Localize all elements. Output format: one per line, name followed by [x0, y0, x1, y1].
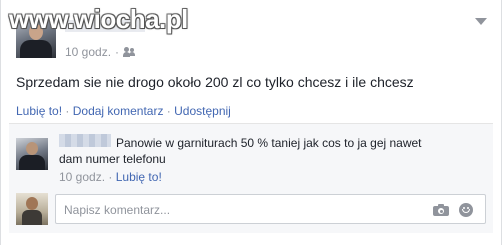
post-card: www.wiocha.pl 10 godz. · Sprzedam sie ni…	[0, 0, 502, 245]
comment-timestamp[interactable]: 10 godz.	[59, 170, 105, 184]
share-link[interactable]: Udostępnij	[174, 104, 231, 118]
post-text: Sprzedam sie nie drogo około 200 zl co t…	[16, 74, 414, 90]
post-actions: Lubię to! · Dodaj komentarz · Udostępnij	[16, 104, 231, 118]
current-user-avatar	[16, 193, 48, 225]
comment-input[interactable]: Napisz komentarz...	[55, 194, 486, 224]
watermark: www.wiocha.pl	[9, 4, 188, 34]
meta-separator: ·	[115, 45, 120, 59]
comment-like-link[interactable]: Lubię to!	[116, 170, 162, 184]
comment-meta: 10 godz. · Lubię to!	[59, 170, 162, 184]
action-separator: ·	[65, 104, 70, 118]
emoji-icon[interactable]	[459, 203, 473, 217]
action-separator: ·	[166, 104, 171, 118]
friends-icon[interactable]	[123, 47, 136, 57]
camera-icon[interactable]	[433, 204, 449, 216]
comment-input-placeholder: Napisz komentarz...	[64, 203, 171, 217]
post-meta: 10 godz. ·	[65, 45, 136, 59]
comment-text: Panowie w garniturach 50 % taniej jak co…	[59, 136, 422, 166]
like-link[interactable]: Lubię to!	[16, 104, 62, 118]
comment-meta-separator: ·	[108, 170, 113, 184]
chevron-down-icon[interactable]	[475, 18, 487, 25]
post-timestamp[interactable]: 10 godz.	[65, 45, 111, 59]
commenter-avatar[interactable]	[16, 138, 48, 170]
comment-link[interactable]: Dodaj komentarz	[73, 104, 164, 118]
